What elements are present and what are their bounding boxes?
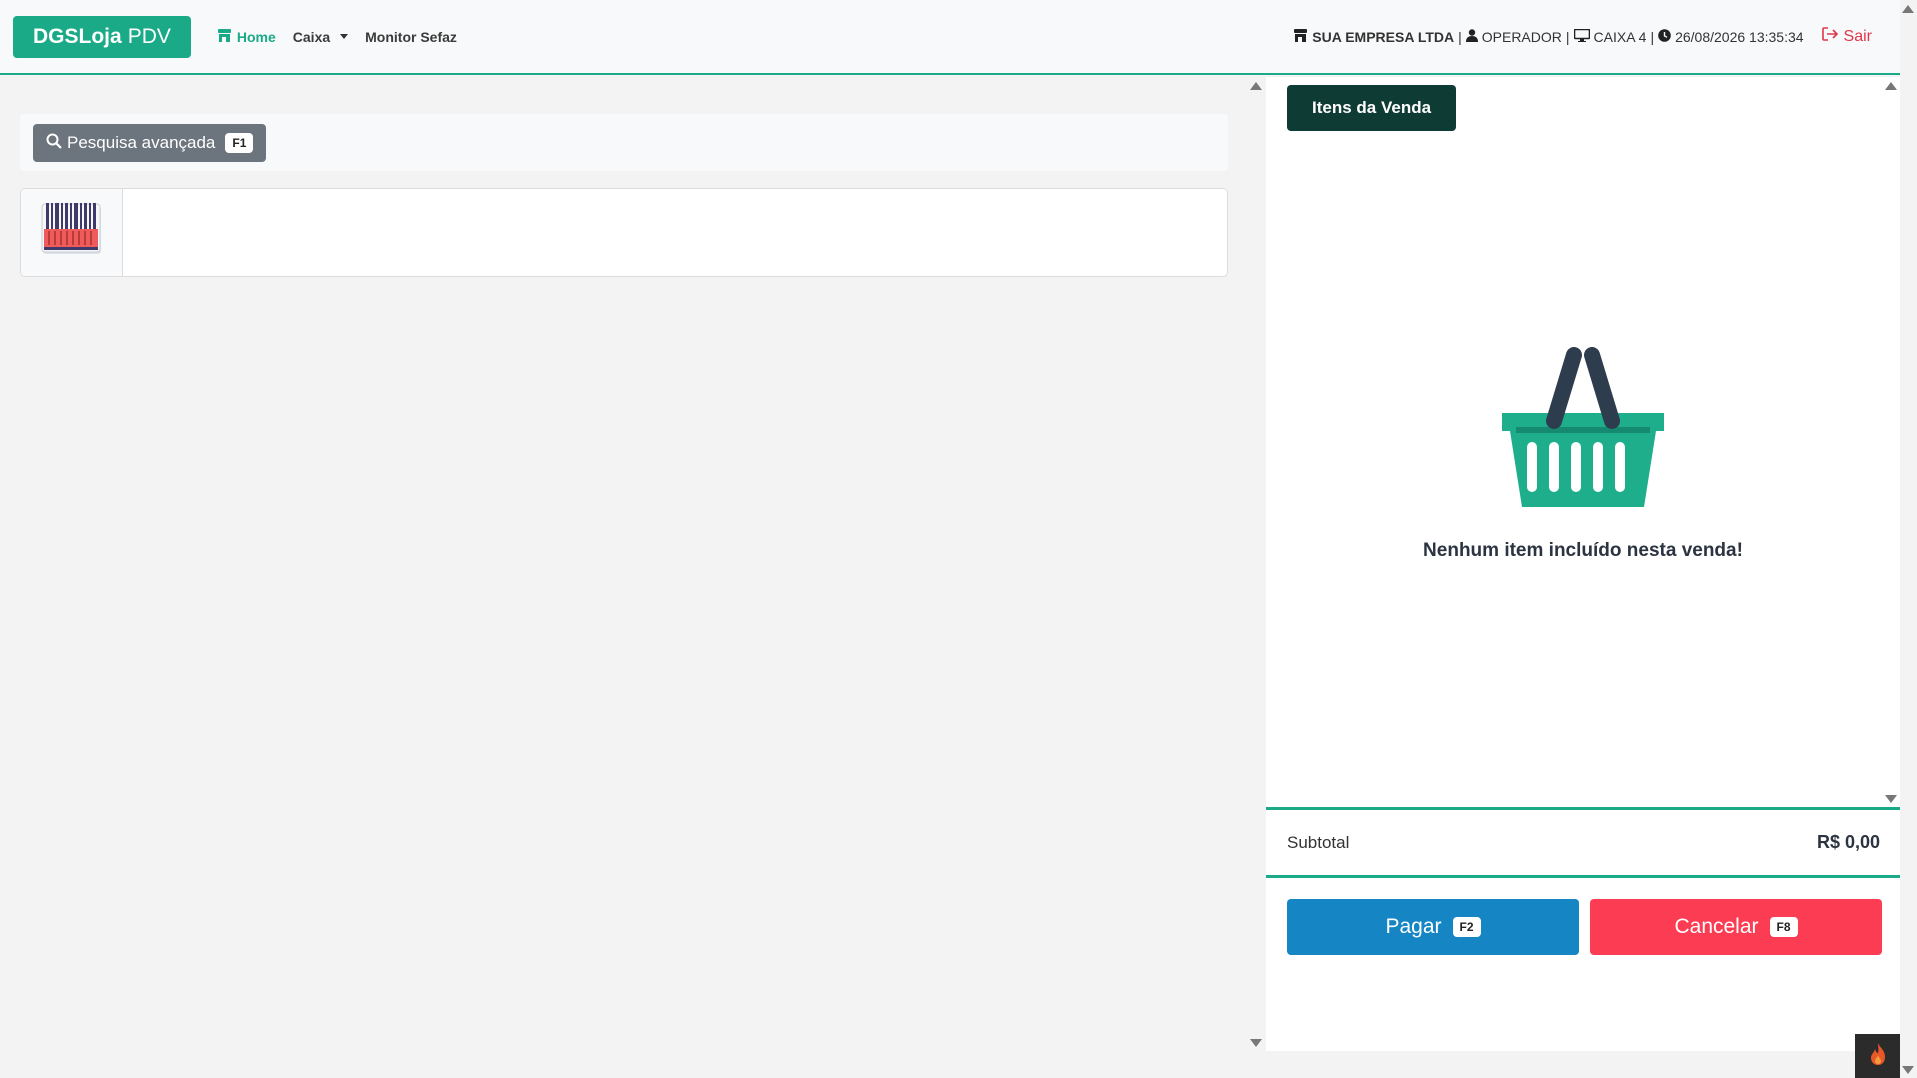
nav-monitor-label: Monitor Sefaz	[365, 28, 457, 45]
scroll-up-icon[interactable]	[1250, 82, 1262, 90]
logout-icon	[1821, 27, 1839, 46]
barcode-input-group	[20, 188, 1228, 277]
nav-caixa-label: Caixa	[292, 28, 331, 45]
cart-actions: Pagar F2 Cancelar F8	[1287, 899, 1882, 955]
nav-monitor-sefaz[interactable]: Monitor Sefaz	[365, 29, 457, 45]
advanced-search-label: Pesquisa avançada	[67, 133, 216, 152]
barcode-icon	[40, 201, 104, 264]
status-separator: |	[1650, 28, 1655, 45]
register-name: CAIXA 4	[1593, 28, 1647, 45]
company-name: SUA EMPRESA LTDA	[1312, 28, 1455, 45]
advanced-search-button[interactable]: Pesquisa avançada F1	[33, 124, 267, 162]
datetime: 26/08/2026 13:35:34	[1675, 28, 1804, 45]
shortcut-badge: F1	[225, 133, 254, 153]
shortcut-badge: F2	[1452, 917, 1481, 937]
brand-logo[interactable]: DGSLoja PDV	[13, 15, 191, 58]
subtotal-row: Subtotal R$ 0,00	[1266, 807, 1900, 878]
barcode-input[interactable]	[123, 189, 1227, 276]
basket-icon	[1502, 347, 1664, 514]
scroll-down-icon[interactable]	[1885, 795, 1897, 803]
scroll-up-icon[interactable]	[1902, 5, 1914, 13]
store-icon	[1293, 28, 1308, 45]
logout-link[interactable]: Sair	[1821, 27, 1872, 46]
status-separator: |	[1458, 28, 1462, 45]
cancel-label: Cancelar	[1674, 915, 1759, 938]
scroll-down-icon[interactable]	[1250, 1039, 1262, 1047]
tab-itens-venda[interactable]: Itens da Venda	[1287, 85, 1457, 131]
scroll-up-icon[interactable]	[1885, 82, 1897, 90]
flame-icon	[1867, 1042, 1889, 1071]
brand-name: DGSLoja	[33, 24, 122, 48]
main-nav: Home Caixa Monitor Sefaz	[217, 28, 457, 45]
monitor-icon	[1573, 28, 1590, 45]
cart-panel: Itens da Venda Nenhum item incluído nest…	[1266, 77, 1900, 1051]
pay-button[interactable]: Pagar F2	[1287, 899, 1579, 955]
nav-home-label: Home	[236, 28, 276, 45]
caret-down-icon	[340, 34, 349, 39]
user-icon	[1465, 28, 1478, 45]
empty-cart-message: Nenhum item incluído nesta venda!	[1423, 540, 1743, 561]
search-toolbar: Pesquisa avançada F1	[20, 114, 1228, 171]
cart-scrollbar[interactable]	[1883, 77, 1900, 807]
window-scrollbar[interactable]	[1900, 0, 1917, 1078]
cancel-button[interactable]: Cancelar F8	[1590, 899, 1882, 955]
operator-name: OPERADOR	[1481, 28, 1562, 45]
left-scrollbar[interactable]	[1248, 77, 1265, 1051]
scroll-down-icon[interactable]	[1902, 1066, 1914, 1074]
subtotal-value: R$ 0,00	[1816, 832, 1880, 852]
empty-cart-state: Nenhum item incluído nesta venda!	[1266, 347, 1900, 562]
session-status: SUA EMPRESA LTDA | OPERADOR | CAIXA 4 | …	[1293, 0, 1872, 73]
nav-caixa-dropdown[interactable]: Caixa	[292, 28, 349, 45]
clock-icon	[1658, 28, 1671, 45]
logout-label: Sair	[1843, 27, 1872, 45]
pay-label: Pagar	[1385, 915, 1442, 938]
nav-home[interactable]: Home	[217, 28, 276, 45]
shortcut-badge: F8	[1769, 917, 1798, 937]
debug-toolbar-toggle[interactable]	[1855, 1034, 1900, 1078]
subtotal-label: Subtotal	[1287, 832, 1350, 852]
barcode-addon	[21, 189, 123, 276]
brand-suffix: PDV	[127, 24, 171, 48]
top-navbar: DGSLoja PDV Home Caixa Monitor Sefaz SUA…	[0, 0, 1900, 75]
product-panel: Pesquisa avançada F1	[0, 77, 1247, 1078]
store-icon	[217, 28, 232, 45]
search-icon	[46, 133, 62, 154]
status-separator: |	[1565, 28, 1570, 45]
